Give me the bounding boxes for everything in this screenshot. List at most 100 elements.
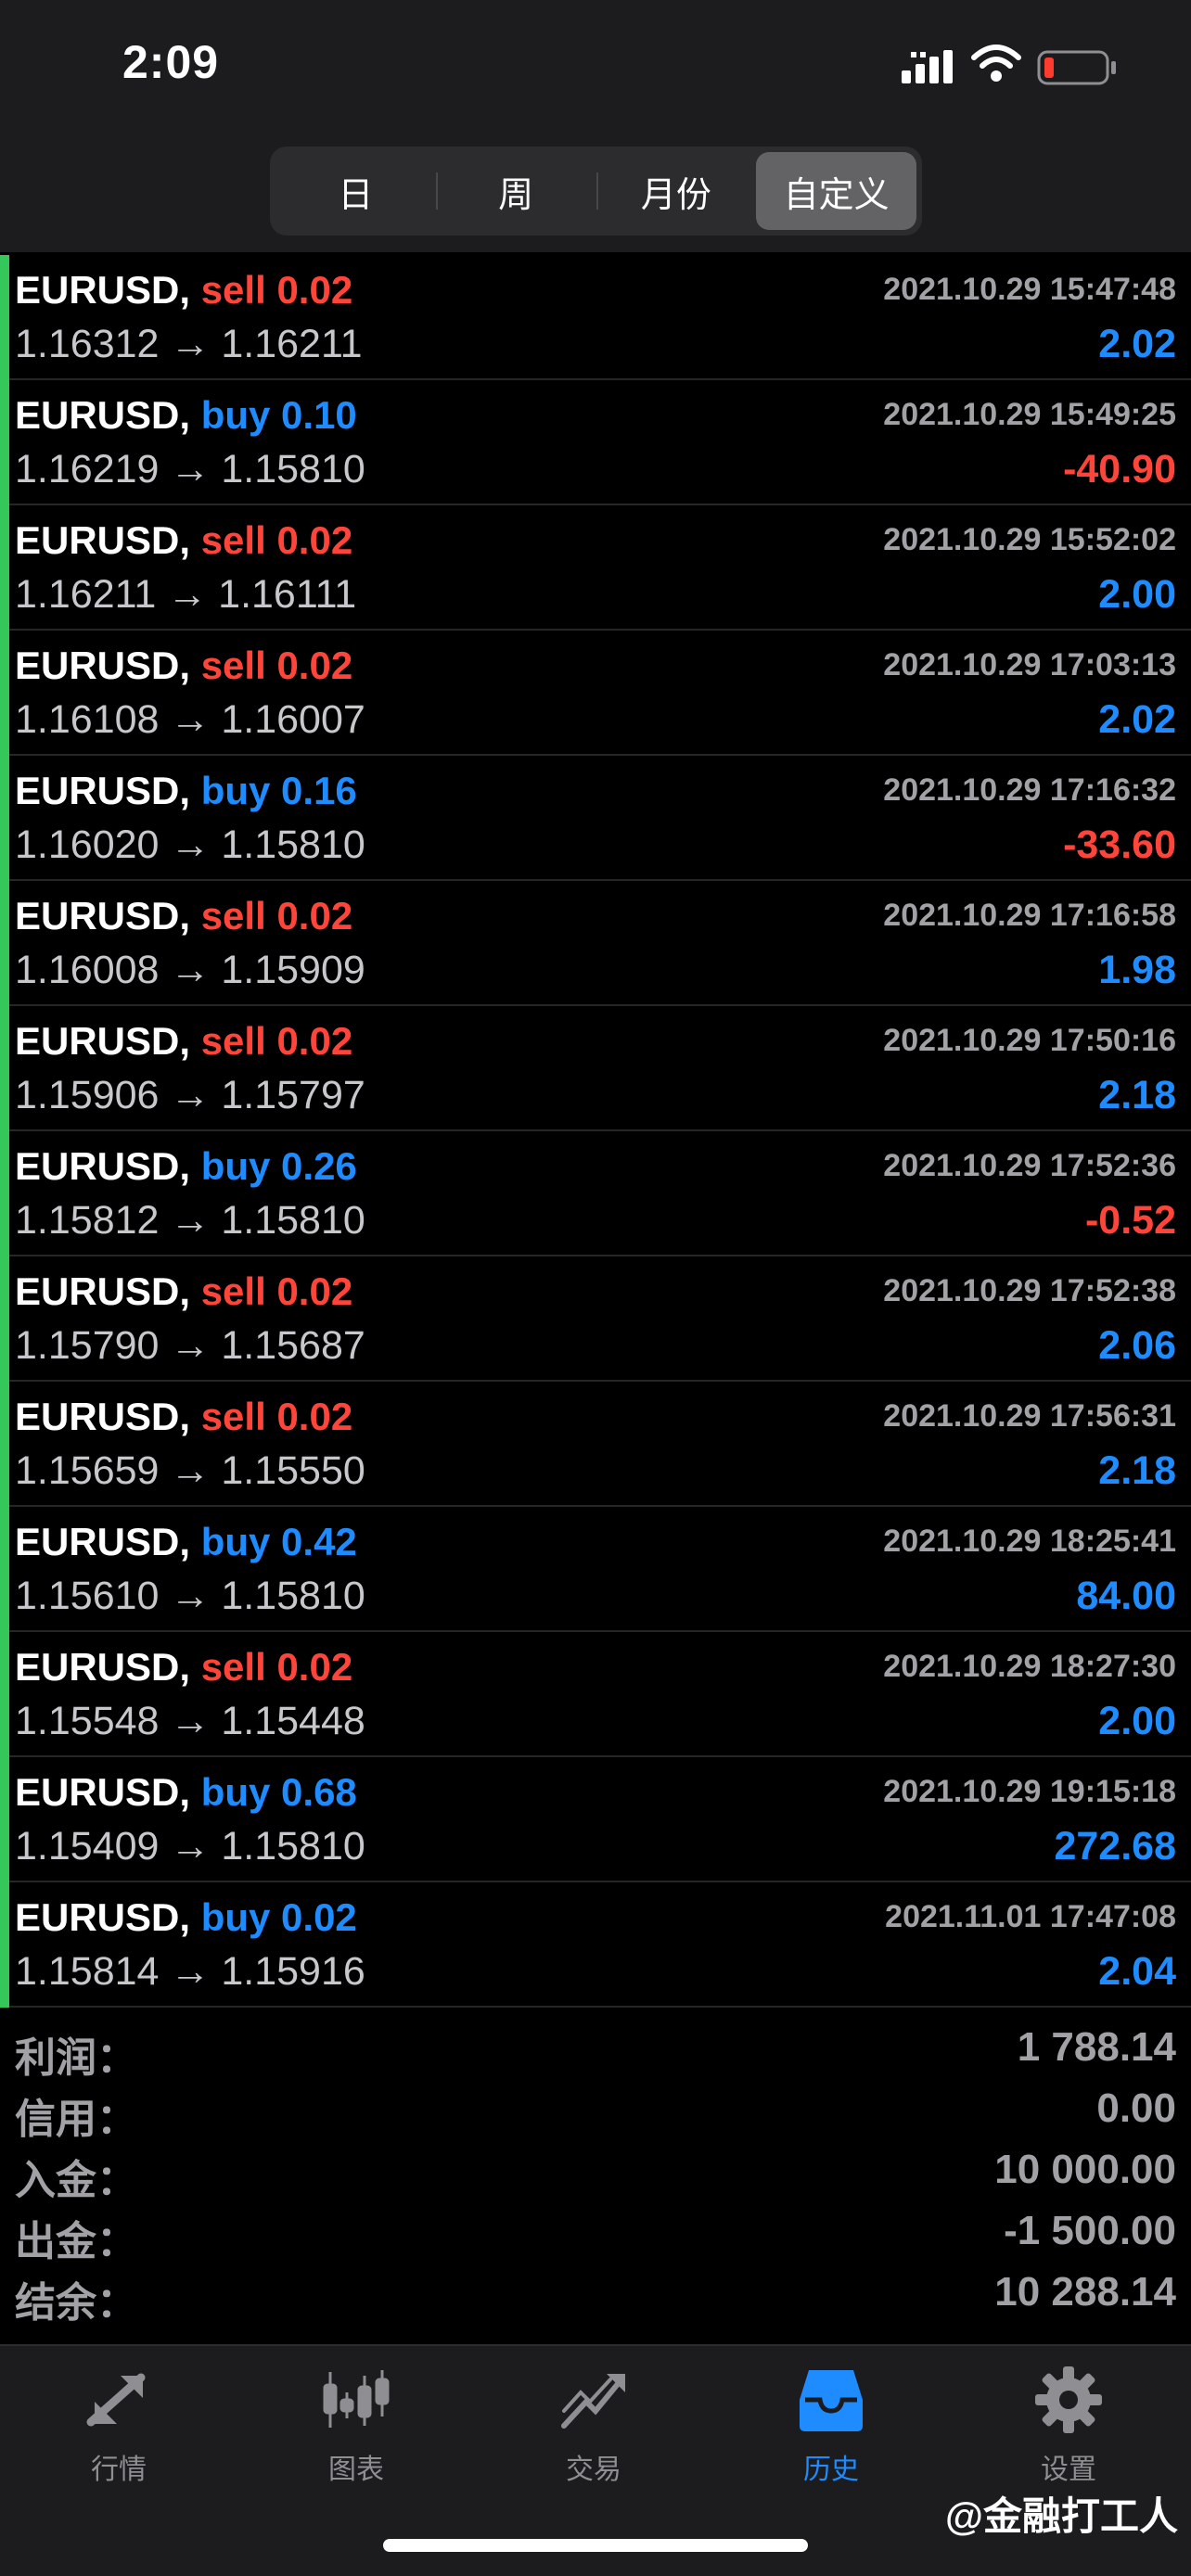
deal-volume: 0.02 bbox=[276, 518, 353, 562]
deal-profit: 2.06 bbox=[1098, 1323, 1176, 1368]
quotes-arrows-icon bbox=[86, 2373, 146, 2427]
deal-prices: 1.15659 → 1.15550 bbox=[15, 1448, 365, 1494]
deal-open-price: 1.15814 bbox=[15, 1949, 160, 1994]
deal-row[interactable]: EURUSD, sell 0.02 1.15659 → 1.15550 2021.1… bbox=[0, 1382, 1191, 1507]
deal-open-price: 1.15409 bbox=[15, 1824, 160, 1868]
gear-icon bbox=[1035, 2366, 1102, 2433]
deal-symbol: EURUSD, bbox=[15, 268, 191, 312]
deal-title: EURUSD, buy 0.26 bbox=[15, 1144, 357, 1189]
deal-profit: 2.18 bbox=[1098, 1073, 1176, 1117]
deal-title: EURUSD, buy 0.10 bbox=[15, 393, 357, 438]
summary-label: 信用： bbox=[15, 2097, 137, 2142]
deal-time: 2021.10.29 17:16:32 bbox=[883, 772, 1176, 808]
deal-volume: 0.16 bbox=[281, 769, 357, 812]
deal-close-price: 1.15550 bbox=[221, 1448, 365, 1493]
deal-row[interactable]: EURUSD, sell 0.02 1.16108 → 1.16007 2021.1… bbox=[0, 631, 1191, 756]
arrow-icon: → bbox=[170, 1574, 211, 1618]
deal-volume: 0.10 bbox=[281, 393, 357, 437]
deal-title: EURUSD, buy 0.16 bbox=[15, 769, 357, 813]
deal-close-price: 1.15448 bbox=[221, 1699, 365, 1743]
deal-row[interactable]: EURUSD, buy 0.10 1.16219 → 1.15810 2021.10… bbox=[0, 380, 1191, 505]
tab-quotes[interactable]: 行情 bbox=[0, 2346, 237, 2494]
deal-close-price: 1.15810 bbox=[221, 823, 365, 867]
summary-label: 结余： bbox=[15, 2280, 137, 2326]
summary-row: 出金： -1 500.00 bbox=[0, 2200, 1191, 2264]
arrow-icon: → bbox=[170, 447, 211, 491]
deal-title: EURUSD, sell 0.02 bbox=[15, 1395, 352, 1439]
tab-trade[interactable]: 交易 bbox=[475, 2346, 712, 2494]
deal-symbol: EURUSD, bbox=[15, 1645, 191, 1689]
deal-symbol: EURUSD, bbox=[15, 518, 191, 562]
deal-row[interactable]: EURUSD, sell 0.02 1.16211 → 1.16111 2021.1… bbox=[0, 505, 1191, 631]
deal-time: 2021.10.29 17:50:16 bbox=[883, 1023, 1176, 1058]
deal-close-price: 1.16211 bbox=[221, 322, 363, 366]
tab-week[interactable]: 周 bbox=[435, 152, 596, 230]
deal-time: 2021.10.29 17:52:36 bbox=[883, 1148, 1176, 1183]
deal-type: buy bbox=[200, 393, 271, 437]
summary-value: 10 288.14 bbox=[994, 2269, 1176, 2315]
deal-symbol: EURUSD, bbox=[15, 644, 191, 687]
deal-time: 2021.11.01 17:47:08 bbox=[885, 1899, 1176, 1934]
deal-profit: 1.98 bbox=[1098, 948, 1176, 992]
arrow-icon: → bbox=[170, 1949, 211, 1994]
deal-close-price: 1.15916 bbox=[221, 1949, 365, 1994]
deal-prices: 1.15906 → 1.15797 bbox=[15, 1073, 365, 1118]
deal-symbol: EURUSD, bbox=[15, 1520, 191, 1563]
summary-row: 信用： 0.00 bbox=[0, 2078, 1191, 2142]
deal-row[interactable]: EURUSD, buy 0.26 1.15812 → 1.15810 2021.10… bbox=[0, 1131, 1191, 1256]
tab-history[interactable]: 历史 bbox=[712, 2346, 950, 2494]
deal-row[interactable]: EURUSD, sell 0.02 1.16008 → 1.15909 2021.1… bbox=[0, 881, 1191, 1006]
tab-label: 交易 bbox=[566, 2455, 621, 2485]
deal-row[interactable]: EURUSD, sell 0.02 1.15548 → 1.15448 2021.1… bbox=[0, 1632, 1191, 1757]
deal-row[interactable]: EURUSD, buy 0.02 1.15814 → 1.15916 2021.11… bbox=[0, 1882, 1191, 2008]
tab-settings[interactable]: 设置 bbox=[950, 2346, 1187, 2494]
deal-symbol: EURUSD, bbox=[15, 1269, 191, 1313]
candlestick-chart-icon bbox=[323, 2370, 390, 2428]
deal-open-price: 1.16108 bbox=[15, 697, 160, 742]
deal-profit: -0.52 bbox=[1084, 1198, 1176, 1243]
tab-chart[interactable]: 图表 bbox=[237, 2346, 475, 2494]
deal-row[interactable]: EURUSD, sell 0.02 1.16312 → 1.16211 2021.1… bbox=[0, 255, 1191, 380]
deal-volume: 0.02 bbox=[276, 1645, 353, 1689]
deal-row[interactable]: EURUSD, buy 0.68 1.15409 → 1.15810 2021.10… bbox=[0, 1757, 1191, 1882]
deal-type: sell bbox=[200, 894, 266, 937]
arrow-icon: → bbox=[170, 1323, 211, 1368]
deal-history-list: EURUSD, sell 0.02 1.16312 → 1.16211 2021.1… bbox=[0, 255, 1191, 2008]
tab-month[interactable]: 月份 bbox=[596, 152, 757, 230]
deal-row[interactable]: EURUSD, buy 0.16 1.16020 → 1.15810 2021.10… bbox=[0, 756, 1191, 881]
home-indicator[interactable] bbox=[383, 2539, 808, 2552]
wifi-icon bbox=[971, 45, 1021, 82]
deal-type: sell bbox=[200, 1269, 266, 1313]
deal-volume: 0.02 bbox=[276, 1395, 353, 1438]
deal-title: EURUSD, sell 0.02 bbox=[15, 518, 352, 563]
deal-prices: 1.16211 → 1.16111 bbox=[15, 572, 356, 618]
deal-row[interactable]: EURUSD, sell 0.02 1.15906 → 1.15797 2021.1… bbox=[0, 1006, 1191, 1131]
deal-open-price: 1.15548 bbox=[15, 1699, 160, 1743]
deal-title: EURUSD, buy 0.02 bbox=[15, 1895, 357, 1940]
deal-row[interactable]: EURUSD, buy 0.42 1.15610 → 1.15810 2021.10… bbox=[0, 1507, 1191, 1632]
deal-close-price: 1.15810 bbox=[221, 1824, 365, 1868]
arrow-icon: → bbox=[170, 1824, 211, 1868]
tab-day[interactable]: 日 bbox=[275, 152, 436, 230]
deal-profit: -40.90 bbox=[1063, 447, 1176, 491]
deal-profit: -33.60 bbox=[1063, 823, 1176, 867]
deal-profit: 2.18 bbox=[1098, 1448, 1176, 1493]
deal-type: buy bbox=[200, 1895, 271, 1939]
deal-row[interactable]: EURUSD, sell 0.02 1.15790 → 1.15687 2021.1… bbox=[0, 1256, 1191, 1382]
account-summary: 利润： 1 788.14 信用： 0.00 入金： 10 000.00 出金： -1 500.… bbox=[0, 2017, 1191, 2326]
deal-volume: 0.02 bbox=[276, 894, 353, 937]
deal-type: buy bbox=[200, 1770, 271, 1814]
deal-type: sell bbox=[200, 1645, 266, 1689]
deal-time: 2021.10.29 15:49:25 bbox=[883, 397, 1176, 432]
tab-label: 图表 bbox=[328, 2455, 384, 2485]
tab-label: 行情 bbox=[91, 2455, 147, 2485]
deal-close-price: 1.16111 bbox=[218, 572, 357, 617]
arrow-icon: → bbox=[170, 697, 211, 742]
deal-close-price: 1.16007 bbox=[221, 697, 365, 742]
deal-profit: 2.00 bbox=[1098, 572, 1176, 617]
period-segmented-control: 日 周 月份 自定义 bbox=[270, 147, 922, 236]
deal-open-price: 1.16211 bbox=[15, 572, 157, 617]
arrow-icon: → bbox=[170, 1073, 211, 1117]
deal-prices: 1.15812 → 1.15810 bbox=[15, 1198, 365, 1243]
tab-custom[interactable]: 自定义 bbox=[756, 152, 916, 230]
